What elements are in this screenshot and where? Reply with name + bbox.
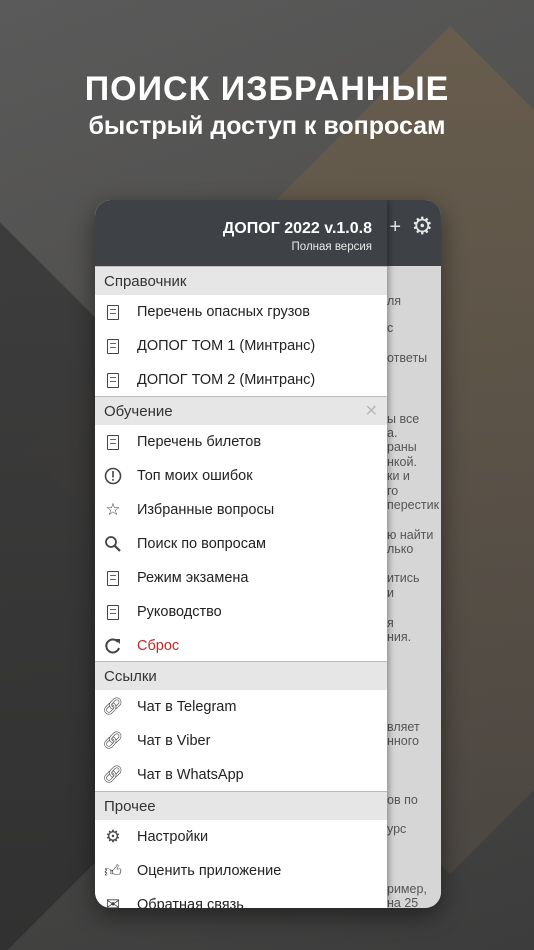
bg-text: с (387, 321, 394, 335)
exam-document-icon (103, 568, 123, 588)
menu-item-label: Чат в WhatsApp (137, 767, 244, 783)
bg-text: раны (387, 440, 417, 454)
bg-text: перестик (387, 498, 440, 512)
gear-icon[interactable]: ⚙ (411, 212, 433, 241)
phone-screen: + ⚙ ля с ответы ы все а. раны нкой. ки и… (95, 200, 441, 908)
bg-text: и (387, 586, 394, 600)
menu-item-label: Чат в Telegram (137, 699, 237, 715)
menu-item-guide[interactable]: Руководство (95, 595, 387, 629)
menu-item-label: ДОПОГ ТОМ 1 (Минтранс) (137, 338, 316, 354)
section-label: Ссылки (104, 668, 157, 685)
add-icon[interactable]: + (389, 216, 401, 239)
document-icon (103, 302, 123, 322)
search-icon (103, 534, 123, 554)
promo-subtitle: быстрый доступ к вопросам (88, 112, 446, 140)
alert-circle-icon (103, 466, 123, 486)
menu-item-label: Оценить приложение (137, 863, 282, 879)
document-icon (103, 602, 123, 622)
menu-item-adr-volume-1[interactable]: ДОПОГ ТОМ 1 (Минтранс) (95, 329, 387, 363)
menu-item-telegram-chat[interactable]: 🔗︎ Чат в Telegram (95, 690, 387, 724)
section-links: Ссылки (95, 661, 387, 690)
bg-text: ример, (387, 882, 427, 896)
bg-text: ов по (387, 793, 418, 807)
bg-text: ответы (387, 351, 428, 365)
menu-item-label: Режим экзамена (137, 570, 249, 586)
section-label: Обучение (104, 403, 173, 420)
menu-item-adr-volume-2[interactable]: ДОПОГ ТОМ 2 (Минтранс) (95, 363, 387, 397)
background-content: ля с ответы ы все а. раны нкой. ки и го … (387, 266, 441, 908)
menu-item-label: Топ моих ошибок (137, 468, 253, 484)
menu-item-settings[interactable]: ⚙ Настройки (95, 820, 387, 854)
section-other: Прочее (95, 791, 387, 820)
bg-text: ки и (387, 469, 410, 483)
promo-title: ПОИСК ИЗБРАННЫЕ (84, 70, 450, 108)
menu-item-tickets-list[interactable]: Перечень билетов (95, 425, 387, 459)
section-learning: Обучение ✕ (95, 396, 387, 425)
menu-item-label: Перечень билетов (137, 434, 262, 450)
menu-item-reset[interactable]: Сброс (95, 629, 387, 663)
bg-text: итись (387, 571, 420, 585)
app-subtitle: Полная версия (291, 241, 372, 253)
bg-text: ния. (387, 630, 412, 644)
section-label: Справочник (104, 273, 187, 290)
bg-text: ю найти (387, 528, 434, 542)
menu-item-favorite-questions[interactable]: ☆ Избранные вопросы (95, 493, 387, 527)
bg-text: лько (387, 542, 414, 556)
close-icon[interactable]: ✕ (365, 401, 378, 421)
menu-item-feedback[interactable]: ✉ Обратная связь (95, 888, 387, 908)
drawer-header: ДОПОГ 2022 v.1.0.8 Полная версия (95, 200, 387, 266)
menu-item-label: Перечень опасных грузов (137, 304, 310, 320)
menu-item-label: Поиск по вопросам (137, 536, 267, 552)
bg-text: го (387, 484, 399, 498)
bg-text: на 25 (387, 896, 419, 908)
document-icon (103, 336, 123, 356)
link-icon: 🔗︎ (102, 731, 124, 750)
menu-item-viber-chat[interactable]: 🔗︎ Чат в Viber (95, 724, 387, 758)
bg-text: вляет (387, 720, 420, 734)
menu-item-label: Обратная связь (137, 897, 244, 908)
menu-item-label: Настройки (137, 829, 209, 845)
menu-item-label: Сброс (137, 638, 180, 654)
document-icon (103, 370, 123, 390)
bg-text: ля (387, 294, 402, 308)
menu-item-label: ДОПОГ ТОМ 2 (Минтранс) (137, 372, 316, 388)
link-icon: 🔗︎ (102, 765, 124, 784)
menu-item-label: Избранные вопросы (137, 502, 275, 518)
refresh-icon (103, 636, 123, 656)
bg-text: ы все (387, 412, 420, 426)
bg-text: я (387, 616, 394, 630)
menu-item-label: Чат в Viber (137, 733, 211, 749)
book-icon (103, 432, 123, 452)
bg-text: нкой. (387, 455, 417, 469)
navigation-drawer: ДОПОГ 2022 v.1.0.8 Полная версия Справоч… (95, 200, 387, 908)
menu-item-whatsapp-chat[interactable]: 🔗︎ Чат в WhatsApp (95, 758, 387, 792)
thumbs-up-icon: 👍︎ (104, 861, 122, 881)
menu-item-search-questions[interactable]: Поиск по вопросам (95, 527, 387, 561)
section-label: Прочее (104, 798, 156, 815)
app-title: ДОПОГ 2022 v.1.0.8 (222, 220, 372, 237)
menu-item-dangerous-goods-list[interactable]: Перечень опасных грузов (95, 295, 387, 329)
menu-item-top-mistakes[interactable]: Топ моих ошибок (95, 459, 387, 493)
bg-text: нного (387, 734, 419, 748)
bg-text: урс (387, 822, 407, 836)
bg-text: а. (387, 426, 398, 440)
menu-item-label: Руководство (137, 604, 222, 620)
link-icon: 🔗︎ (102, 697, 124, 716)
menu-item-exam-mode[interactable]: Режим экзамена (95, 561, 387, 595)
mail-icon: ✉ (105, 895, 121, 908)
star-icon: ☆ (105, 500, 121, 519)
menu-item-rate-app[interactable]: 👍︎ Оценить приложение (95, 854, 387, 888)
section-reference: Справочник (95, 266, 387, 295)
gears-icon: ⚙ (105, 827, 121, 846)
